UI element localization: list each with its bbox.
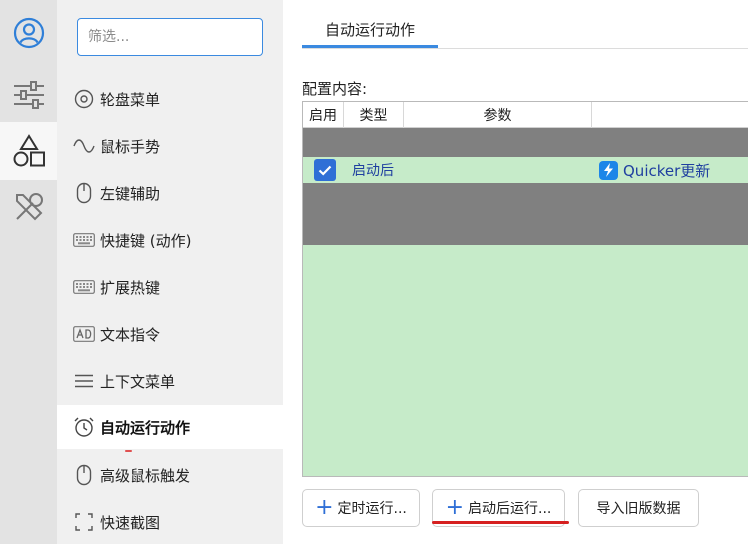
row-action[interactable]: Quicker更新	[599, 157, 710, 183]
sidebar-item-text-command[interactable]: 文本指令	[57, 312, 283, 356]
enabled-checkbox[interactable]	[314, 159, 336, 181]
sidebar-item-extended-hotkey[interactable]: 扩展热键	[57, 265, 283, 309]
sidebar-item-auto-run[interactable]: 自动运行动作	[57, 405, 283, 449]
mouse-icon	[73, 464, 95, 486]
auto-run-table: 启用 类型 参数 启动后 Quicker更新	[302, 101, 748, 477]
sidebar-item-label: 快速截图	[100, 513, 161, 532]
circle-dot-icon	[73, 88, 95, 110]
screenshot-corners-icon	[73, 511, 95, 533]
plus-icon: +	[315, 495, 334, 520]
check-icon	[318, 165, 332, 176]
add-timer-run-button[interactable]: + 定时运行...	[302, 489, 420, 527]
sidebar-item-context-menu[interactable]: 上下文菜单	[57, 359, 283, 403]
tools-icon[interactable]	[0, 178, 57, 236]
table-header: 启用 类型 参数	[303, 102, 748, 128]
button-label: 导入旧版数据	[596, 501, 681, 517]
sidebar-item-label: 自动运行动作	[100, 418, 191, 437]
sidebar-item-wheel-menu[interactable]: 轮盘菜单	[57, 77, 283, 121]
keyboard-icon	[73, 229, 95, 251]
table-row[interactable]: 启动后 Quicker更新	[303, 157, 748, 183]
table-row-blank[interactable]	[303, 183, 748, 245]
sidebar-item-label: 鼠标手势	[100, 137, 161, 156]
column-header-type[interactable]: 类型	[344, 102, 404, 128]
button-label: 启动后运行...	[468, 501, 552, 517]
sidebar-item-label: 扩展热键	[100, 278, 161, 297]
user-icon[interactable]	[0, 4, 57, 62]
sidebar-item-left-click-assist[interactable]: 左键辅助	[57, 171, 283, 215]
config-content-label: 配置内容:	[302, 80, 368, 98]
sidebar-item-label: 上下文菜单	[100, 372, 176, 391]
sidebar-item-mouse-gesture[interactable]: 鼠标手势	[57, 124, 283, 168]
row-action-label: Quicker更新	[623, 161, 711, 180]
icon-rail	[0, 0, 57, 544]
sidebar-item-label: 高级鼠标触发	[100, 466, 191, 485]
filter-input[interactable]	[77, 18, 263, 56]
red-annotation-underline	[432, 521, 569, 524]
table-row-blank[interactable]	[303, 128, 748, 157]
sidebar-item-label: 快捷键 (动作)	[100, 231, 192, 250]
plus-icon: +	[445, 495, 465, 520]
alarm-clock-icon	[73, 416, 95, 438]
button-label: 定时运行...	[337, 501, 407, 517]
sidebar-item-quick-screenshot[interactable]: 快速截图	[57, 500, 283, 544]
sidebar-item-label: 轮盘菜单	[100, 90, 161, 109]
shapes-icon[interactable]	[0, 122, 57, 180]
import-old-data-button[interactable]: 导入旧版数据	[578, 489, 699, 527]
column-header-params[interactable]: 参数	[404, 102, 592, 128]
sliders-icon[interactable]	[0, 66, 57, 124]
red-marker	[125, 450, 132, 452]
column-header-enabled[interactable]: 启用	[303, 102, 344, 128]
tab-divider	[302, 48, 748, 49]
gesture-wave-icon	[73, 135, 95, 157]
mouse-icon	[73, 182, 95, 204]
sidebar-item-label: 文本指令	[100, 325, 161, 344]
tab-auto-run[interactable]: 自动运行动作	[302, 10, 438, 48]
main-content: 自动运行动作 配置内容: 启用 类型 参数 启动后 Quicker更新 + 定时…	[283, 0, 748, 544]
row-type: 启动后	[352, 163, 394, 179]
ad-text-icon	[73, 323, 95, 345]
sidebar-item-advanced-mouse-trigger[interactable]: 高级鼠标触发	[57, 453, 283, 497]
menu-lines-icon	[73, 370, 95, 392]
quicker-lightning-icon	[599, 160, 618, 180]
sidebar-item-label: 左键辅助	[100, 184, 161, 203]
nav-panel: 轮盘菜单 鼠标手势 左键辅助 快捷键 (动作) 扩展热键 文本指令 上下文菜单 …	[57, 0, 283, 544]
sidebar-item-hotkey-action[interactable]: 快捷键 (动作)	[57, 218, 283, 262]
column-header-action	[592, 102, 748, 128]
keyboard-icon	[73, 276, 95, 298]
